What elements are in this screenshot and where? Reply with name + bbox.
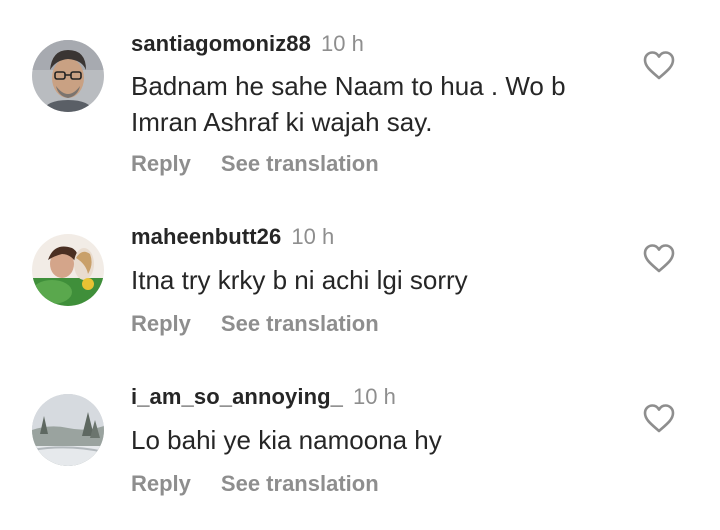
comment-header: i_am_so_annoying_ 10 h [131, 384, 396, 410]
see-translation-button[interactable]: See translation [221, 471, 379, 496]
see-translation-button[interactable]: See translation [221, 151, 379, 176]
comment-item: maheenbutt26 10 h Itna try krky b ni achi… [0, 195, 720, 355]
comment-actions: Reply See translation [131, 311, 379, 337]
comment-header: maheenbutt26 10 h [131, 224, 334, 250]
see-translation-button[interactable]: See translation [221, 311, 379, 336]
comment-text: Lo bahi ye kia namoona hy [131, 425, 442, 455]
username[interactable]: maheenbutt26 [131, 224, 281, 249]
timestamp: 10 h [291, 224, 335, 249]
heart-outline-icon[interactable] [642, 402, 676, 434]
avatar[interactable] [32, 234, 104, 306]
comment-item: i_am_so_annoying_ 10 h Lo bahi ye kia nam… [0, 355, 720, 530]
avatar[interactable] [32, 394, 104, 466]
comment-text: Badnam he sahe Naam to hua . Wo b Imran … [131, 71, 566, 137]
comment-actions: Reply See translation [131, 471, 379, 497]
username[interactable]: santiagomoniz88 [131, 31, 311, 56]
timestamp: 10 h [320, 31, 364, 56]
username[interactable]: i_am_so_annoying_ [131, 384, 343, 409]
reply-button[interactable]: Reply [131, 151, 191, 176]
comment-item: santiagomoniz88 10 h Badnam he sahe Naam … [0, 0, 720, 195]
reply-button[interactable]: Reply [131, 311, 191, 336]
timestamp: 10 h [353, 384, 396, 409]
comment-text: Itna try krky b ni achi lgi sorry [131, 265, 468, 295]
comment-actions: Reply See translation [131, 151, 379, 177]
heart-outline-icon[interactable] [642, 49, 676, 81]
heart-outline-icon[interactable] [642, 242, 676, 274]
comment-header: santiagomoniz88 10 h [131, 31, 364, 57]
reply-button[interactable]: Reply [131, 471, 191, 496]
avatar[interactable] [32, 40, 104, 112]
